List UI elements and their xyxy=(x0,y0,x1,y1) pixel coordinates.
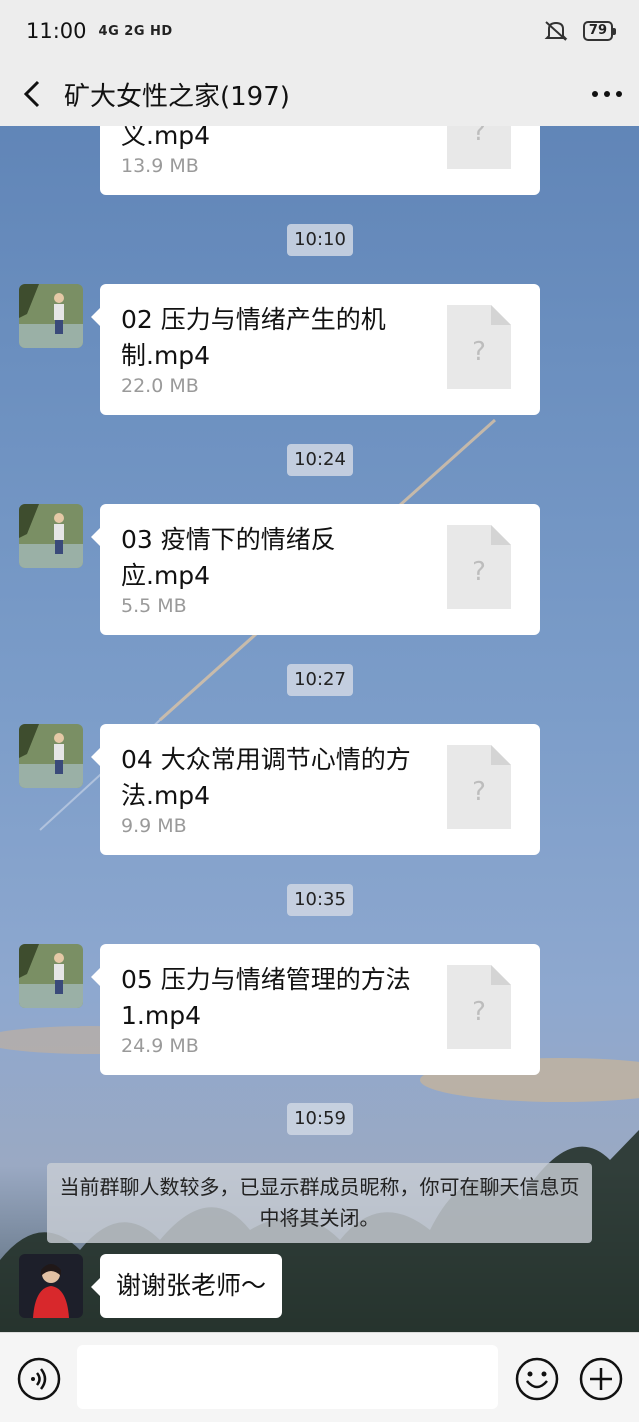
network-indicators: 4G 2G HD xyxy=(98,23,173,39)
back-button[interactable] xyxy=(0,62,64,126)
sender-avatar[interactable] xyxy=(19,126,83,132)
person-avatar xyxy=(19,1254,83,1318)
emoji-button[interactable] xyxy=(515,1357,559,1405)
status-time: 11:00 xyxy=(26,19,87,43)
message-input[interactable] xyxy=(77,1345,498,1409)
sender-avatar[interactable] xyxy=(19,504,83,568)
file-size: 24.9 MB xyxy=(121,1035,199,1057)
landscape-avatar xyxy=(19,724,83,788)
landscape-avatar xyxy=(19,284,83,348)
sender-avatar[interactable] xyxy=(19,724,83,788)
file-name: 04 大众常用调节心情的方法.mp4 xyxy=(121,745,411,810)
sender-avatar[interactable] xyxy=(19,1254,83,1318)
voice-button[interactable] xyxy=(17,1357,61,1405)
system-notice: 当前群聊人数较多，已显示群成员昵称，你可在聊天信息页中将其关闭。 xyxy=(47,1163,592,1243)
svg-text:?: ? xyxy=(472,337,486,367)
file-size: 22.0 MB xyxy=(121,375,199,397)
chevron-left-icon xyxy=(23,80,40,108)
file-message[interactable]: 04 大众常用调节心情的方法.mp4 9.9 MB ? xyxy=(91,724,540,855)
file-name: 02 压力与情绪产生的机制.mp4 xyxy=(121,305,386,370)
timestamp: 10:59 xyxy=(287,1103,353,1135)
landscape-avatar xyxy=(19,944,83,1008)
file-message[interactable]: 05 压力与情绪管理的方法1.mp4 24.9 MB ? xyxy=(91,944,540,1075)
battery-icon: 79 xyxy=(582,21,617,41)
file-size: 13.9 MB xyxy=(121,155,199,177)
svg-text:?: ? xyxy=(472,997,486,1027)
file-message[interactable]: 义.mp4 13.9 MB ? xyxy=(100,126,540,195)
text-message[interactable]: 谢谢张老师～ xyxy=(90,1254,283,1318)
plus-icon xyxy=(579,1357,623,1401)
file-size: 9.9 MB xyxy=(121,815,187,837)
timestamp: 10:10 xyxy=(287,224,353,256)
status-bar: 11:00 4G 2G HD 79 xyxy=(0,0,639,62)
more-dots-icon xyxy=(592,91,622,97)
more-actions-button[interactable] xyxy=(579,1357,623,1405)
input-bar xyxy=(0,1332,639,1422)
file-message[interactable]: 02 压力与情绪产生的机制.mp4 22.0 MB ? xyxy=(91,284,540,415)
svg-text:?: ? xyxy=(472,557,486,587)
file-name: 03 疫情下的情绪反应.mp4 xyxy=(121,525,336,590)
timestamp: 10:35 xyxy=(287,884,353,916)
timestamp: 10:24 xyxy=(287,444,353,476)
unknown-file-icon: ? xyxy=(447,126,511,169)
sender-avatar[interactable] xyxy=(19,944,83,1008)
timestamp: 10:27 xyxy=(287,664,353,696)
file-message[interactable]: 03 疫情下的情绪反应.mp4 5.5 MB ? xyxy=(91,504,540,635)
more-button[interactable] xyxy=(575,62,639,126)
unknown-file-icon: ? xyxy=(447,745,511,829)
file-size: 5.5 MB xyxy=(121,595,187,617)
file-name: 义.mp4 xyxy=(121,126,211,150)
sender-avatar[interactable] xyxy=(19,284,83,348)
chat-title: 矿大女性之家(197) xyxy=(64,81,290,112)
chat-header: 矿大女性之家(197) xyxy=(0,62,639,126)
voice-icon xyxy=(17,1357,61,1401)
unknown-file-icon: ? xyxy=(447,305,511,389)
mute-icon xyxy=(544,21,568,41)
unknown-file-icon: ? xyxy=(447,965,511,1049)
svg-text:?: ? xyxy=(472,777,486,807)
message-list[interactable]: 义.mp4 13.9 MB ? 10:10 02 压力与情绪产生的机制.mp4 … xyxy=(0,126,639,1332)
file-name: 05 压力与情绪管理的方法1.mp4 xyxy=(121,965,411,1030)
landscape-avatar xyxy=(19,504,83,568)
svg-text:?: ? xyxy=(472,126,486,147)
emoji-icon xyxy=(515,1357,559,1401)
unknown-file-icon: ? xyxy=(447,525,511,609)
